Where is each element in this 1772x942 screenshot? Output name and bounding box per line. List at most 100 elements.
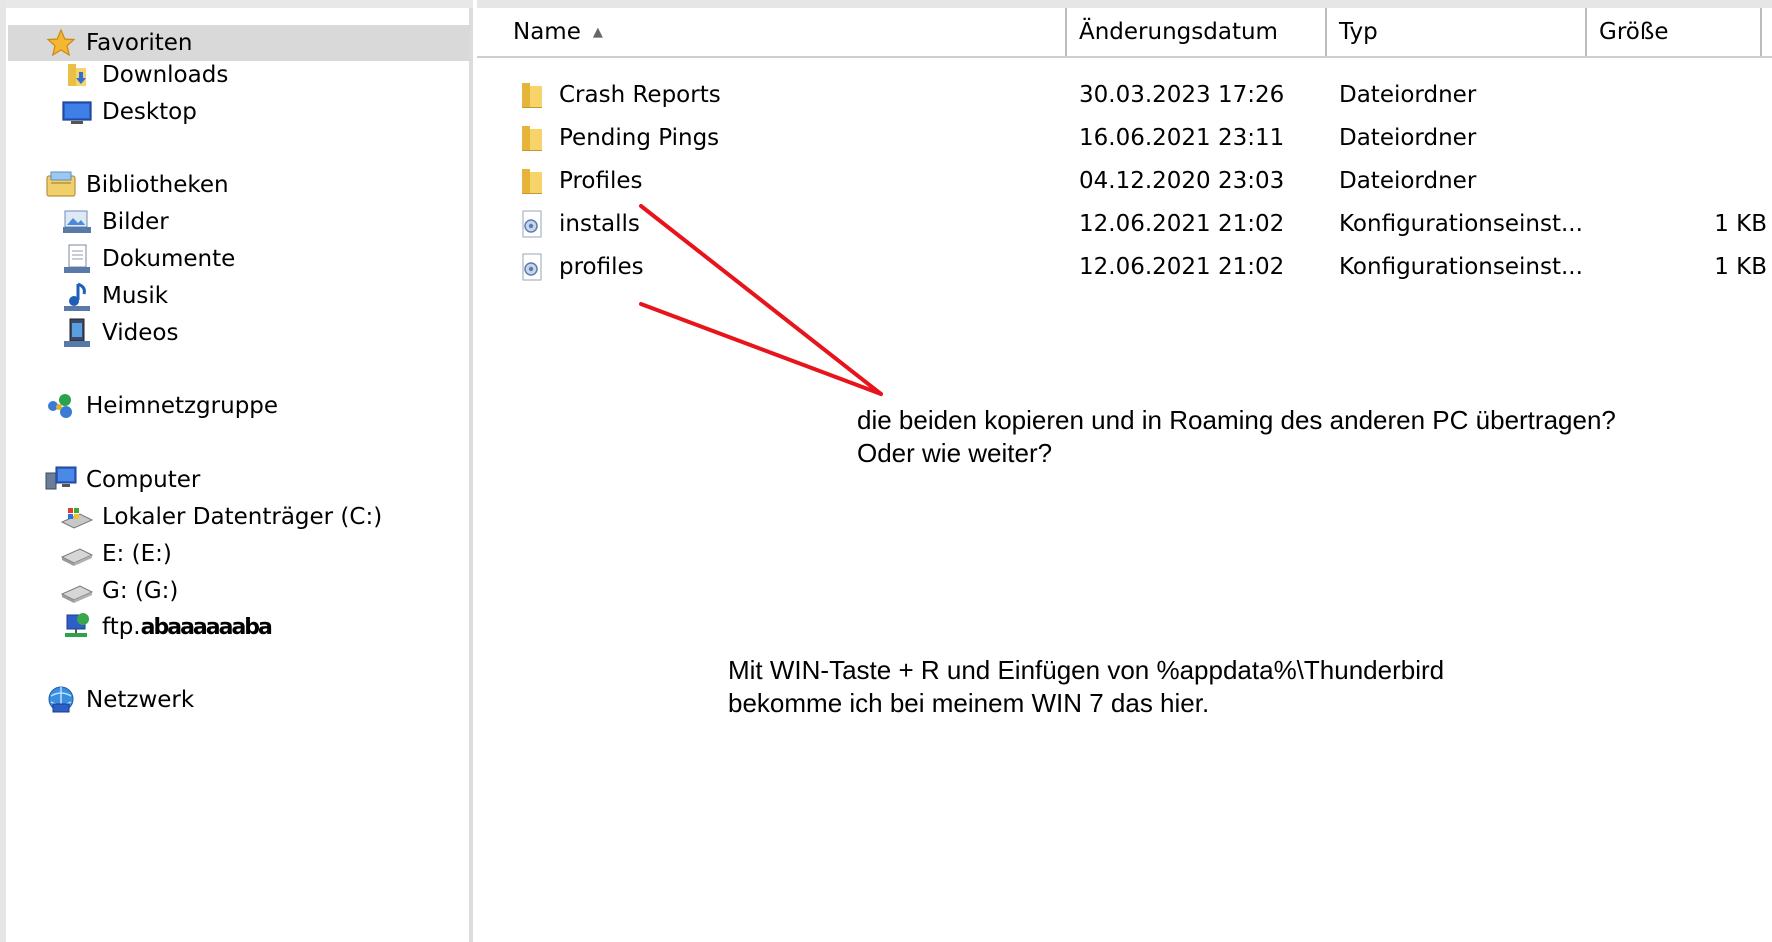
file-type: Konfigurationseinst...	[1339, 254, 1583, 280]
star-icon	[44, 26, 78, 60]
nav-item-label: E: (E:)	[102, 541, 172, 567]
network-location-icon	[60, 610, 94, 644]
file-list-pane: Name ▲ Änderungsdatum Typ Größe Crash Re…	[477, 0, 1772, 942]
drive-icon	[60, 537, 94, 571]
nav-top-border	[0, 0, 473, 8]
file-date: 12.06.2021 21:02	[1079, 211, 1285, 237]
nav-item-local-disk-c[interactable]: Lokaler Datenträger (C:)	[60, 499, 382, 535]
file-name-cell: installs	[517, 202, 640, 246]
file-date: 30.03.2023 17:26	[1079, 82, 1285, 108]
file-name: profiles	[559, 254, 644, 280]
local-disk-icon	[60, 500, 94, 534]
nav-item-pictures[interactable]: Bilder	[60, 204, 169, 240]
annotation-line: Mit WIN-Taste + R und Einfügen von %appd…	[728, 655, 1445, 685]
file-size: 1 KB	[1714, 254, 1767, 280]
file-row[interactable]: profiles 12.06.2021 21:02 Konfigurations…	[477, 245, 1772, 289]
nav-libraries-label: Bibliotheken	[86, 172, 229, 198]
music-icon	[60, 279, 94, 313]
nav-item-downloads[interactable]: Downloads	[60, 57, 228, 93]
file-size: 1 KB	[1714, 211, 1767, 237]
file-name: installs	[559, 211, 640, 237]
nav-item-ftp[interactable]: ftp. abaaaaaaba	[60, 609, 273, 645]
desktop-icon	[60, 95, 94, 129]
nav-item-label: Bilder	[102, 209, 169, 235]
file-name: Crash Reports	[559, 82, 721, 108]
pictures-icon	[60, 205, 94, 239]
nav-item-documents[interactable]: Dokumente	[60, 241, 235, 277]
file-row[interactable]: Profiles 04.12.2020 23:03 Dateiordner	[477, 159, 1772, 203]
file-name-cell: Pending Pings	[517, 116, 719, 160]
nav-item-drive-g[interactable]: G: (G:)	[60, 573, 178, 609]
nav-item-music[interactable]: Musik	[60, 278, 168, 314]
nav-item-label: Downloads	[102, 62, 229, 88]
nav-favorites[interactable]: Favoriten	[8, 25, 470, 61]
header-top-border	[477, 0, 1772, 8]
file-date: 16.06.2021 23:11	[1079, 125, 1285, 151]
nav-item-label: Desktop	[102, 99, 197, 125]
homegroup-icon	[44, 389, 78, 423]
libraries-icon	[44, 168, 78, 202]
navigation-pane: Favoriten Downloads Desktop Bibliotheken…	[0, 0, 473, 942]
nav-item-label: Lokaler Datenträger (C:)	[102, 504, 383, 530]
column-header-type-label: Typ	[1339, 19, 1378, 45]
nav-network-label: Netzwerk	[86, 687, 195, 713]
column-header-name-label: Name	[513, 19, 581, 45]
nav-libraries[interactable]: Bibliotheken	[44, 167, 229, 203]
file-type: Dateiordner	[1339, 168, 1477, 194]
nav-item-label: Videos	[102, 320, 179, 346]
folder-icon	[517, 79, 547, 111]
column-header-size[interactable]: Größe	[1587, 8, 1762, 56]
documents-icon	[60, 242, 94, 276]
nav-item-label: G: (G:)	[102, 578, 179, 604]
nav-item-label: Musik	[102, 283, 169, 309]
file-type: Konfigurationseinst...	[1339, 211, 1583, 237]
obscured-hostname: abaaaaaaba	[140, 614, 273, 640]
file-name-cell: Profiles	[517, 159, 643, 203]
nav-computer[interactable]: Computer	[44, 462, 200, 498]
nav-left-border	[0, 0, 6, 942]
folder-icon	[517, 122, 547, 154]
annotation-line: bekomme ich bei meinem WIN 7 das hier.	[728, 688, 1210, 718]
nav-favorites-label: Favoriten	[86, 30, 193, 56]
annotation-note-question: die beiden kopieren und in Roaming des a…	[857, 404, 1616, 470]
computer-icon	[44, 463, 78, 497]
nav-item-label: Dokumente	[102, 246, 236, 272]
nav-item-desktop[interactable]: Desktop	[60, 94, 197, 130]
column-header-date-label: Änderungsdatum	[1079, 19, 1278, 45]
column-header-name[interactable]: Name ▲	[477, 8, 1067, 56]
nav-computer-label: Computer	[86, 467, 201, 493]
column-header-size-label: Größe	[1599, 19, 1669, 45]
nav-item-label: ftp.	[102, 614, 141, 640]
nav-item-drive-e[interactable]: E: (E:)	[60, 536, 172, 572]
nav-homegroup-label: Heimnetzgruppe	[86, 393, 279, 419]
file-name: Profiles	[559, 168, 643, 194]
nav-network[interactable]: Netzwerk	[44, 682, 194, 718]
file-name-cell: Crash Reports	[517, 73, 721, 117]
videos-icon	[60, 316, 94, 350]
file-type: Dateiordner	[1339, 125, 1477, 151]
column-header-bar: Name ▲ Änderungsdatum Typ Größe	[477, 0, 1772, 58]
file-date: 04.12.2020 23:03	[1079, 168, 1285, 194]
file-date: 12.06.2021 21:02	[1079, 254, 1285, 280]
annotation-line: die beiden kopieren und in Roaming des a…	[857, 405, 1616, 435]
config-file-icon	[517, 251, 547, 283]
file-name: Pending Pings	[559, 125, 720, 151]
nav-item-videos[interactable]: Videos	[60, 315, 178, 351]
file-name-cell: profiles	[517, 245, 644, 289]
column-header-type[interactable]: Typ	[1327, 8, 1587, 56]
file-size	[1587, 159, 1767, 203]
annotation-line: Oder wie weiter?	[857, 438, 1053, 468]
downloads-folder-icon	[60, 58, 94, 92]
folder-icon	[517, 165, 547, 197]
nav-homegroup[interactable]: Heimnetzgruppe	[44, 388, 278, 424]
annotation-note-explanation: Mit WIN-Taste + R und Einfügen von %appd…	[728, 654, 1444, 720]
file-row[interactable]: Crash Reports 30.03.2023 17:26 Dateiordn…	[477, 73, 1772, 117]
sort-ascending-icon: ▲	[592, 24, 603, 40]
file-row[interactable]: installs 12.06.2021 21:02 Konfigurations…	[477, 202, 1772, 246]
file-type: Dateiordner	[1339, 82, 1477, 108]
column-header-date[interactable]: Änderungsdatum	[1067, 8, 1327, 56]
file-size	[1587, 73, 1767, 117]
file-row[interactable]: Pending Pings 16.06.2021 23:11 Dateiordn…	[477, 116, 1772, 160]
drive-icon	[60, 574, 94, 608]
network-icon	[44, 683, 78, 717]
